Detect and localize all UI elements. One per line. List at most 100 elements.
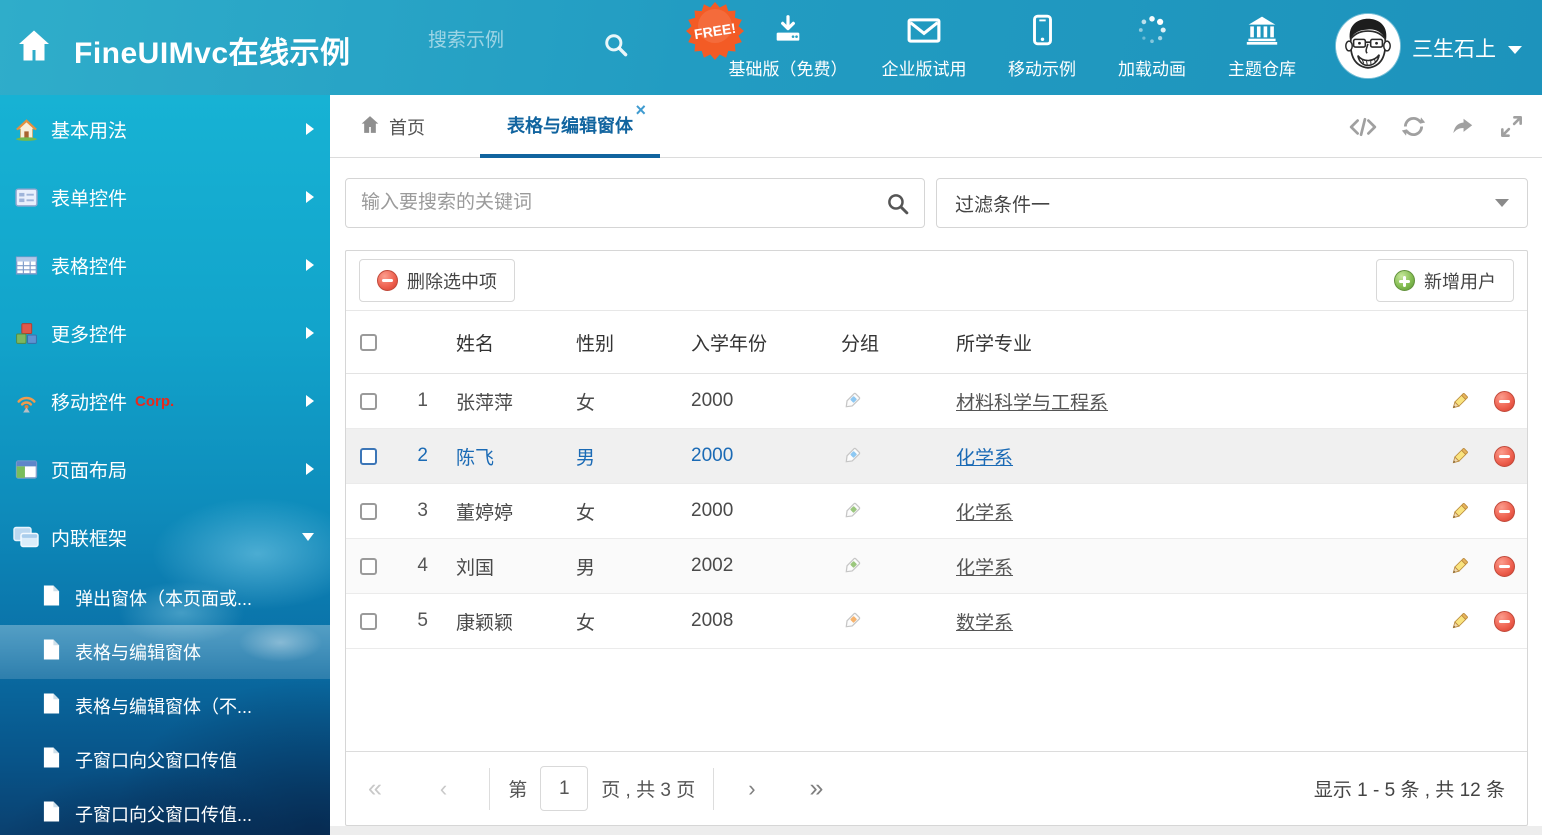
column-header-name[interactable]: 姓名 <box>436 329 556 356</box>
next-page-button[interactable]: › <box>748 778 755 800</box>
nav-basic-edition[interactable]: 基础版（免费） <box>722 13 854 80</box>
user-menu[interactable]: 三生石上 <box>1412 33 1522 63</box>
refresh-icon[interactable] <box>1401 114 1426 139</box>
cell-year: 2000 <box>671 445 816 467</box>
sidebar-item-grid-controls[interactable]: 表格控件 <box>0 231 330 299</box>
cell-year: 2000 <box>671 390 816 412</box>
tab-toolbar <box>1349 95 1524 158</box>
delete-row-icon[interactable] <box>1494 446 1515 467</box>
table-empty-area <box>346 649 1527 751</box>
row-number: 3 <box>391 500 436 522</box>
nav-label: 主题仓库 <box>1228 55 1296 80</box>
table-icon <box>13 253 39 278</box>
close-icon[interactable]: × <box>635 101 646 119</box>
table-row[interactable]: 5 康颖颖 女 2008 数学系 <box>346 594 1527 649</box>
table-row-selected[interactable]: 2 陈飞 男 2000 化学系 <box>346 429 1527 484</box>
keyword-search-input[interactable] <box>361 179 871 227</box>
delete-row-icon[interactable] <box>1494 501 1515 522</box>
major-link[interactable]: 化学系 <box>956 448 1013 469</box>
column-header-gender[interactable]: 性别 <box>556 329 671 356</box>
delete-row-icon[interactable] <box>1494 611 1515 632</box>
chevron-right-icon <box>306 191 314 203</box>
fullscreen-icon[interactable] <box>1499 114 1524 139</box>
delete-selected-button[interactable]: 删除选中项 <box>359 259 515 302</box>
antenna-icon <box>13 389 39 414</box>
add-user-button[interactable]: 新增用户 <box>1376 259 1514 302</box>
chevron-right-icon <box>306 463 314 475</box>
chevron-right-icon <box>306 395 314 407</box>
row-checkbox[interactable] <box>360 393 377 410</box>
table-row[interactable]: 4 刘国 男 2002 化学系 <box>346 539 1527 594</box>
open-new-window-icon[interactable] <box>1450 114 1475 139</box>
last-page-button[interactable]: » <box>810 776 824 801</box>
nav-enterprise-trial[interactable]: 企业版试用 <box>868 13 980 80</box>
source-code-icon[interactable] <box>1349 116 1377 138</box>
delete-row-icon[interactable] <box>1494 391 1515 412</box>
cubes-icon <box>13 321 39 346</box>
column-header-major[interactable]: 所学专业 <box>936 329 1266 356</box>
page-number-input[interactable] <box>540 766 588 811</box>
edit-row-icon[interactable] <box>1437 501 1482 522</box>
major-link[interactable]: 化学系 <box>956 503 1013 524</box>
column-header-year[interactable]: 入学年份 <box>671 329 816 356</box>
sidebar-item-inline-frame[interactable]: 内联框架 <box>0 503 330 571</box>
edit-row-icon[interactable] <box>1437 556 1482 577</box>
minus-circle-icon <box>377 270 398 291</box>
major-link[interactable]: 材料科学与工程系 <box>956 393 1108 414</box>
sidebar-item-mobile-controls[interactable]: 移动控件 Corp. <box>0 367 330 435</box>
nav-mobile-demo[interactable]: 移动示例 <box>994 13 1090 80</box>
cell-year: 2008 <box>671 610 816 632</box>
sidebar-item-label: 内联框架 <box>51 524 127 551</box>
home-logo-icon[interactable] <box>16 29 52 67</box>
first-page-button[interactable]: « <box>368 776 382 801</box>
sidebar-subitem-child-to-parent[interactable]: 子窗口向父窗口传值 <box>0 733 330 787</box>
column-header-group[interactable]: 分组 <box>816 329 936 356</box>
sidebar-item-more-controls[interactable]: 更多控件 <box>0 299 330 367</box>
cell-gender: 女 <box>556 388 671 415</box>
sidebar-subitem-grid-edit-window[interactable]: 表格与编辑窗体 <box>0 625 330 679</box>
user-avatar[interactable] <box>1336 14 1400 78</box>
delete-row-icon[interactable] <box>1494 556 1515 577</box>
table-header-row: 姓名 性别 入学年份 分组 所学专业 <box>346 311 1527 374</box>
table-row[interactable]: 3 董婷婷 女 2000 化学系 <box>346 484 1527 539</box>
edit-row-icon[interactable] <box>1437 446 1482 467</box>
prev-page-button[interactable]: ‹ <box>440 778 447 800</box>
nav-label: 基础版（免费） <box>729 55 848 80</box>
sidebar-item-page-layout[interactable]: 页面布局 <box>0 435 330 503</box>
tab-grid-edit-window[interactable]: 表格与编辑窗体 × <box>480 95 660 158</box>
tab-home[interactable]: 首页 <box>360 95 425 158</box>
edit-row-icon[interactable] <box>1437 611 1482 632</box>
sidebar-subitem-label: 表格与编辑窗体 <box>75 639 201 665</box>
filter-dropdown[interactable]: 过滤条件一 <box>936 178 1528 228</box>
sidebar-subitem-grid-edit-window-2[interactable]: 表格与编辑窗体（不... <box>0 679 330 733</box>
row-checkbox[interactable] <box>360 503 377 520</box>
sidebar: 基本用法 表单控件 表格控件 更多控件 移动控件 Corp. <box>0 95 330 835</box>
nav-theme-repository[interactable]: 主题仓库 <box>1214 13 1310 80</box>
header-search-icon[interactable] <box>602 31 629 63</box>
sidebar-subitem-child-to-parent-2[interactable]: 子窗口向父窗口传值... <box>0 787 330 835</box>
sidebar-item-basic-usage[interactable]: 基本用法 <box>0 95 330 163</box>
sidebar-subitem-popup-window[interactable]: 弹出窗体（本页面或... <box>0 571 330 625</box>
major-link[interactable]: 化学系 <box>956 558 1013 579</box>
nav-loading-animation[interactable]: 加载动画 <box>1104 13 1200 80</box>
header-search-input[interactable] <box>428 30 583 52</box>
row-checkbox[interactable] <box>360 448 377 465</box>
cell-name: 陈飞 <box>436 443 556 470</box>
tag-icon <box>816 501 936 522</box>
sidebar-item-form-controls[interactable]: 表单控件 <box>0 163 330 231</box>
chevron-right-icon <box>306 259 314 271</box>
row-checkbox[interactable] <box>360 613 377 630</box>
row-checkbox[interactable] <box>360 558 377 575</box>
nav-label: 移动示例 <box>1008 55 1076 80</box>
major-link[interactable]: 数学系 <box>956 613 1013 634</box>
table-row[interactable]: 1 张萍萍 女 2000 材料科学与工程系 <box>346 374 1527 429</box>
search-icon[interactable] <box>885 191 910 221</box>
header-nav: 基础版（免费） 企业版试用 移动示例 加载动画 <box>722 13 1310 80</box>
select-all-checkbox[interactable] <box>360 334 377 351</box>
user-name: 三生石上 <box>1412 33 1496 63</box>
edit-row-icon[interactable] <box>1437 391 1482 412</box>
sidebar-subitem-label: 子窗口向父窗口传值... <box>75 801 252 827</box>
chevron-down-icon <box>302 533 314 541</box>
cell-gender: 女 <box>556 608 671 635</box>
nav-label: 加载动画 <box>1118 55 1186 80</box>
